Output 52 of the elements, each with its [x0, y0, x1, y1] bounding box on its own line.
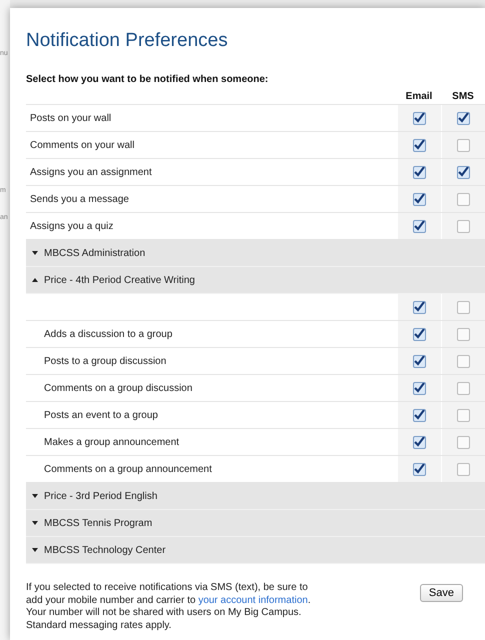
- column-header: SMS: [451, 91, 475, 104]
- checkbox[interactable]: [457, 300, 470, 314]
- checkbox[interactable]: [413, 300, 426, 314]
- group-header[interactable]: Price - 4th Period Creative Writing: [26, 267, 485, 294]
- column-header: Email: [404, 91, 434, 104]
- preference-label: Makes a group announcement: [43, 436, 180, 448]
- group-header[interactable]: MBCSS Administration: [26, 240, 485, 267]
- preference-label: Assigns you an assignment: [29, 166, 153, 178]
- dialog-title: Notification Preferences: [26, 30, 229, 52]
- caret-down-icon: [32, 521, 38, 525]
- checkbox[interactable]: [413, 382, 426, 394]
- checkbox[interactable]: [413, 138, 426, 152]
- checkbox[interactable]: [413, 408, 426, 422]
- checkbox[interactable]: [457, 436, 470, 448]
- preference-label: Posts an event to a group: [43, 410, 159, 420]
- group-header[interactable]: MBCSS Tennis Program: [26, 510, 485, 537]
- caret-down-icon: [32, 548, 38, 552]
- preference-label: Adds a discussion to a group: [43, 328, 174, 340]
- caret-down-icon: [32, 494, 38, 498]
- instructions: Select how you want to be notified when someone:: [26, 74, 270, 85]
- preference-label: Posts on your wall: [29, 112, 112, 124]
- group-header[interactable]: MBCSS Technology Center: [26, 537, 485, 564]
- account-link[interactable]: your account information: [198, 594, 308, 606]
- checkbox[interactable]: [413, 112, 426, 124]
- checkbox[interactable]: [413, 166, 426, 178]
- preference-label: Sends you a message: [29, 194, 130, 204]
- preference-label: Posts to a group discussion: [43, 356, 168, 366]
- checkbox[interactable]: [457, 462, 470, 476]
- checkbox[interactable]: [413, 220, 426, 232]
- sms-note: If you selected to receive notifications via SMS (text), be sure to add your mobile number and carrier to your account information. Your number will not be shared with users on My Big Campus. Standard messaging rates apply.: [26, 582, 312, 632]
- checkbox[interactable]: [413, 462, 426, 476]
- caret-up-icon: [32, 278, 38, 282]
- checkbox[interactable]: [457, 192, 470, 206]
- preference-label: Assigns you a quiz: [29, 220, 114, 232]
- preference-label: Comments on a group announcement: [43, 464, 213, 474]
- checkbox[interactable]: [413, 328, 426, 340]
- checkbox[interactable]: [413, 192, 426, 206]
- checkbox[interactable]: [457, 166, 470, 178]
- save-button[interactable]: Save: [420, 584, 463, 602]
- checkbox[interactable]: [457, 408, 470, 422]
- checkbox[interactable]: [413, 436, 426, 448]
- checkbox[interactable]: [413, 354, 426, 368]
- preference-label: Comments on a group discussion: [43, 382, 194, 394]
- checkbox[interactable]: [457, 220, 470, 232]
- checkbox[interactable]: [457, 382, 470, 394]
- checkbox[interactable]: [457, 328, 470, 340]
- preference-label: Comments on your wall: [29, 140, 136, 150]
- caret-down-icon: [32, 251, 38, 255]
- checkbox[interactable]: [457, 354, 470, 368]
- group-header[interactable]: Price - 3rd Period English: [26, 483, 485, 510]
- checkbox[interactable]: [457, 138, 470, 152]
- checkbox[interactable]: [457, 112, 470, 124]
